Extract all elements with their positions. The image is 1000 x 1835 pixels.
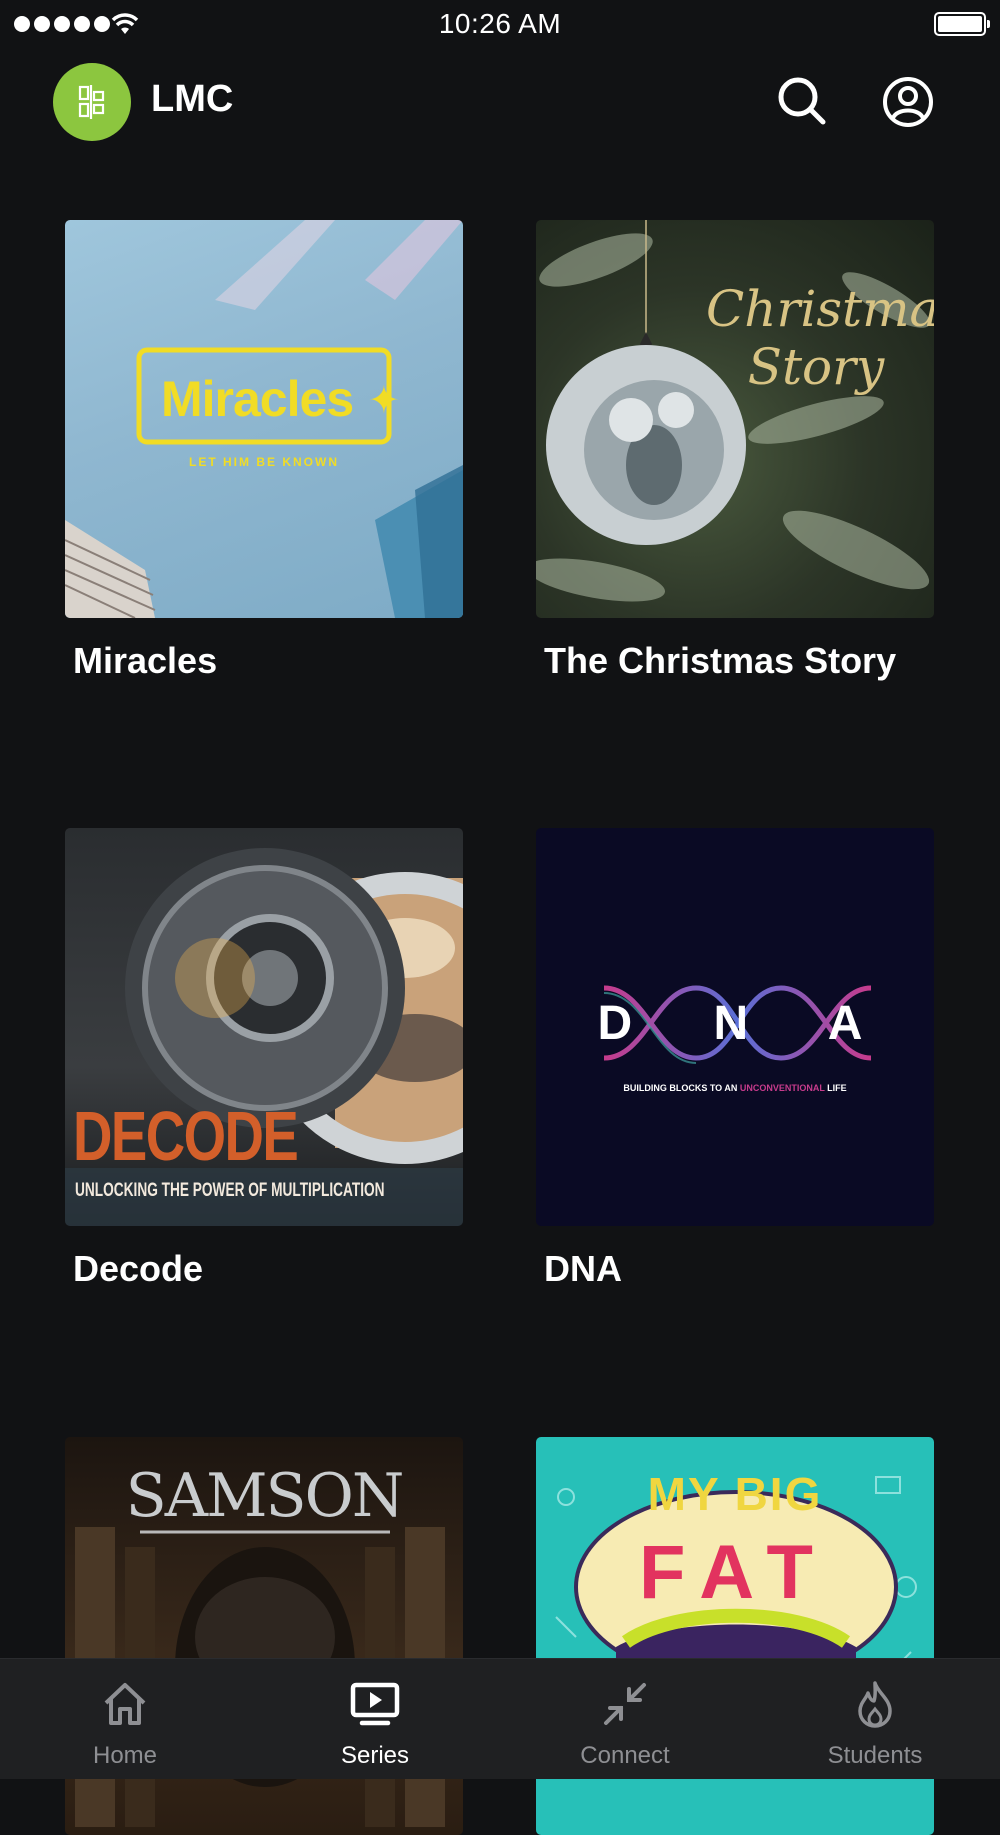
series-title[interactable]: DNA [544,1246,924,1292]
artwork-title: MY BIG [647,1468,823,1520]
series-artwork[interactable]: Miracles ✦ LET HIM BE KNOWN [65,220,463,618]
tab-label: Series [340,1742,410,1769]
series-card-decode[interactable]: DECODE UNLOCKING THE POWER OF MULTIPLICA… [65,828,463,1292]
artwork-title: D N A [597,997,897,1050]
series-title[interactable]: Decode [73,1246,453,1292]
connect-icon [604,1683,646,1725]
series-card-miracles[interactable]: Miracles ✦ LET HIM BE KNOWN Miracles [65,220,463,684]
tab-bar: Home Series Connect Students [0,1658,1000,1779]
artwork-subtitle: BUILDING BLOCKS TO AN UNCONVENTIONAL LIF… [536,1083,934,1093]
tab-label: Home [92,1742,158,1769]
artwork-title: SAMSON [125,1461,405,1531]
battery-icon [934,12,990,36]
series-artwork[interactable]: D N A BUILDING BLOCKS TO AN UNCONVENTION… [536,828,934,1226]
artwork-title: FAT [639,1530,831,1615]
artwork-title: DECODE [73,1097,299,1175]
series-title[interactable]: The Christmas Story [544,638,924,684]
subtitle-highlight: UNCONVENTIONAL [739,1083,825,1093]
status-time: 10:26 AM [438,8,562,39]
sparkle-icon: ✦ [368,380,400,422]
subtitle-part: BUILDING BLOCKS TO AN [623,1083,740,1093]
artwork-title: Miracles [161,371,354,427]
series-card-christmas-story[interactable]: Christmas Story The Christmas Story [536,220,934,684]
tab-connect[interactable]: Connect [500,1659,750,1779]
logo-icon [78,85,105,119]
series-title[interactable]: Miracles [73,638,453,684]
subtitle-part: LIFE [824,1083,847,1093]
tab-students[interactable]: Students [750,1659,1000,1779]
tab-home[interactable]: Home [0,1659,250,1779]
app-logo[interactable] [53,63,131,141]
series-card-dna[interactable]: D N A BUILDING BLOCKS TO AN UNCONVENTION… [536,828,934,1292]
tab-label: Students [827,1742,923,1769]
flame-icon [858,1681,892,1728]
artwork-subtitle: LET HIM BE KNOWN [189,455,339,469]
series-artwork[interactable]: DECODE UNLOCKING THE POWER OF MULTIPLICA… [65,828,463,1226]
tab-label: Connect [580,1742,670,1769]
tab-series[interactable]: Series [250,1659,500,1779]
brand-name: LMC [151,78,234,120]
series-artwork[interactable]: Christmas Story [536,220,934,618]
search-icon[interactable] [775,74,827,126]
tv-icon [350,1682,400,1726]
artwork-subtitle: UNLOCKING THE POWER OF MULTIPLICATION [75,1180,385,1201]
home-icon [104,1683,146,1725]
profile-icon[interactable] [882,76,934,128]
artwork-title: Christmas Story [706,280,934,396]
status-bar: 10:26 AM [0,0,1000,50]
